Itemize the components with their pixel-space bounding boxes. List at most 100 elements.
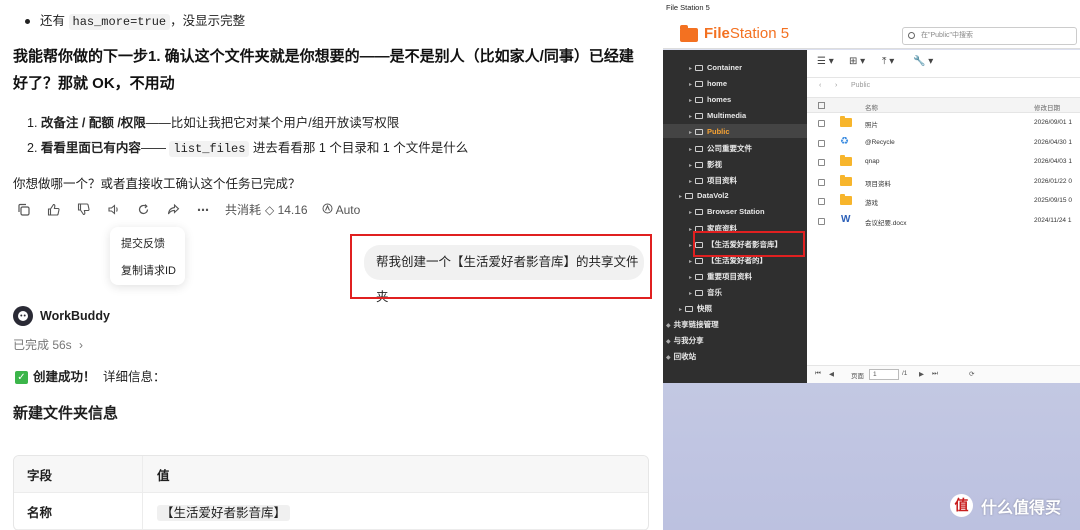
refresh-icon[interactable] bbox=[135, 202, 151, 218]
file-row[interactable]: qnap 2026/04/03 1 bbox=[807, 153, 1080, 172]
tree-item[interactable]: ▸ 快照 bbox=[679, 303, 712, 314]
file-name: 会议纪要.docx bbox=[865, 219, 907, 227]
file-date: 2026/09/01 1 bbox=[1034, 119, 1072, 126]
section-title: 新建文件夹信息 bbox=[13, 405, 119, 422]
row-checkbox[interactable] bbox=[818, 217, 825, 225]
new-folder-icon[interactable]: ⊞ ▾ bbox=[849, 56, 865, 67]
tree-item[interactable]: ◆ 共享链接管理 bbox=[666, 319, 719, 330]
done-status-text: 已完成 56s bbox=[13, 338, 72, 352]
folder-outline-icon bbox=[695, 209, 704, 215]
row-checkbox[interactable] bbox=[818, 159, 825, 166]
tree-item[interactable]: ▸ 重要项目资料 bbox=[689, 271, 752, 282]
tree-item-label: Public bbox=[707, 127, 730, 136]
upload-icon[interactable]: ⤒ ▾ bbox=[882, 56, 894, 67]
tree-item-label: homes bbox=[707, 95, 732, 104]
tree-item[interactable]: ▸ 影视 bbox=[689, 159, 722, 170]
path-label[interactable]: Public bbox=[851, 82, 870, 89]
next-page-icon[interactable]: ▶ bbox=[919, 370, 924, 378]
tree-item[interactable]: ▸ DataVol2 bbox=[679, 191, 729, 200]
tree-item-label: 项目资料 bbox=[707, 176, 738, 185]
tree-item[interactable]: ▸ Container bbox=[689, 63, 742, 72]
tree-item[interactable]: ▸ 项目资料 bbox=[689, 175, 737, 186]
tree-item[interactable]: ▸ homes bbox=[689, 95, 731, 104]
speaker-icon[interactable] bbox=[105, 202, 121, 218]
pager: ⏮ ◀ 页面 1 /1 ▶ ⏭ ⟳ bbox=[807, 365, 1080, 383]
folder-tree-sidebar: ▸ Container ▸ home ▸ homes ▸ Multimedia ▸ Public ▸… bbox=[663, 50, 807, 383]
select-all-checkbox[interactable] bbox=[818, 102, 825, 109]
tree-item[interactable]: ▸ home bbox=[689, 79, 727, 88]
checkmark-icon: ✓ bbox=[15, 371, 28, 385]
menu-item-feedback[interactable]: 提交反馈 bbox=[121, 235, 165, 251]
thumbs-down-icon[interactable] bbox=[75, 202, 91, 218]
expand-arrow-icon: ▸ bbox=[689, 275, 693, 281]
chat-panel: 还有 has_more=true ，没显示完整 我能帮你做的下一步1. 确认这个文… bbox=[0, 0, 663, 530]
tree-item[interactable]: ▸ 公司重要文件 bbox=[689, 143, 752, 154]
thumbs-up-icon[interactable] bbox=[45, 202, 61, 218]
tree-item[interactable]: ▸ Multimedia bbox=[689, 111, 746, 120]
row-checkbox[interactable] bbox=[818, 198, 825, 205]
tree-item[interactable]: ◆ 回收站 bbox=[666, 351, 696, 362]
file-list-pane: ☰ ▾ ⊞ ▾ ⤒ ▾ 🔧 ▾ ‹ › Public 名称 修改日期 照片 202… bbox=[807, 50, 1080, 383]
expand-arrow-icon: ▸ bbox=[689, 210, 693, 216]
row-checkbox[interactable] bbox=[818, 178, 825, 186]
tree-item[interactable]: ▸ 音乐 bbox=[689, 287, 722, 298]
file-toolbar: ☰ ▾ ⊞ ▾ ⤒ ▾ 🔧 ▾ bbox=[807, 50, 1080, 78]
tree-item-label: Multimedia bbox=[707, 111, 747, 120]
search-icon bbox=[908, 32, 915, 39]
tree-item[interactable]: ▸ Public bbox=[689, 127, 730, 136]
folder-outline-icon bbox=[695, 129, 704, 135]
search-placeholder: 在"Public"中搜索 bbox=[921, 32, 974, 39]
expand-arrow-icon: ▸ bbox=[689, 227, 693, 233]
done-status[interactable]: 已完成 56s › bbox=[13, 336, 83, 353]
row-checkbox[interactable] bbox=[818, 120, 825, 127]
bullet-item: 还有 has_more=true ，没显示完整 bbox=[25, 10, 246, 30]
tree-item[interactable]: ◆ 与我分享 bbox=[666, 335, 704, 346]
page-input[interactable]: 1 bbox=[869, 369, 899, 380]
logo-bold: File bbox=[704, 25, 730, 42]
file-row[interactable]: ♻ @Recycle 2026/04/30 1 bbox=[807, 134, 1080, 153]
file-row[interactable]: 项目资料 2026/01/22 0 bbox=[807, 173, 1080, 192]
more-icon[interactable]: ⋯ bbox=[195, 202, 211, 218]
option-2-rest: 进去看看那 1 个目录和 1 个文件是什么 bbox=[252, 141, 469, 155]
option-1-number: 1. bbox=[27, 116, 38, 130]
option-1-rest: ——比如让我把它对某个用户/组开放读写权限 bbox=[145, 116, 400, 130]
usage-label: 共消耗 bbox=[225, 203, 262, 217]
list-view-icon[interactable]: ☰ ▾ bbox=[817, 56, 834, 67]
row-checkbox[interactable] bbox=[818, 139, 825, 147]
tree-item-label: DataVol2 bbox=[697, 191, 729, 200]
success-label: 创建成功！ bbox=[33, 370, 96, 384]
tree-item[interactable]: ▸ Browser Station bbox=[689, 207, 765, 216]
back-icon[interactable]: ‹ bbox=[819, 82, 821, 89]
assistant-header: WorkBuddy bbox=[13, 306, 110, 326]
column-name[interactable]: 名称 bbox=[865, 102, 878, 112]
tools-icon[interactable]: 🔧 ▾ bbox=[913, 56, 933, 67]
refresh-list-icon[interactable]: ⟳ bbox=[969, 370, 974, 378]
file-row[interactable]: W 会议纪要.docx 2024/11/24 1 bbox=[807, 212, 1080, 231]
file-row[interactable]: 照片 2026/09/01 1 bbox=[807, 114, 1080, 133]
copy-icon[interactable] bbox=[15, 202, 31, 218]
menu-icon: ◆ bbox=[666, 355, 671, 361]
follow-up-question: 你想做哪一个？或者直接收工确认这个任务已完成？ bbox=[13, 177, 301, 191]
file-name: @Recycle bbox=[865, 138, 895, 146]
auto-mode[interactable]: Auto bbox=[322, 203, 360, 217]
table-cell-value-text: 【生活爱好者影音库】 bbox=[157, 504, 291, 521]
menu-item-copy-request-id[interactable]: 复制请求ID bbox=[121, 262, 176, 278]
file-row[interactable]: 游戏 2025/09/15 0 bbox=[807, 192, 1080, 211]
search-input[interactable]: 在"Public"中搜索 bbox=[902, 27, 1077, 45]
first-page-icon[interactable]: ⏮ bbox=[815, 370, 821, 378]
column-date[interactable]: 修改日期 bbox=[1034, 102, 1060, 112]
table-cell-value: 【生活爱好者影音库】 bbox=[143, 502, 648, 521]
new-folder-highlight-box bbox=[693, 231, 805, 257]
file-date: 2024/11/24 1 bbox=[1034, 216, 1072, 224]
tree-item-label: 共享链接管理 bbox=[673, 320, 719, 329]
table-header-value: 值 bbox=[157, 468, 170, 483]
share-icon[interactable] bbox=[165, 202, 181, 218]
tree-item-label: 音乐 bbox=[707, 288, 723, 297]
bullet-suffix: ，没显示完整 bbox=[170, 14, 246, 28]
success-line: ✓ 创建成功！ 详细信息： bbox=[15, 366, 166, 385]
last-page-icon[interactable]: ⏭ bbox=[932, 370, 938, 378]
prev-page-icon[interactable]: ◀ bbox=[829, 370, 834, 378]
window-title: File Station 5 bbox=[663, 0, 1080, 15]
forward-icon[interactable]: › bbox=[835, 82, 837, 89]
file-date: 2025/09/15 0 bbox=[1034, 197, 1072, 204]
